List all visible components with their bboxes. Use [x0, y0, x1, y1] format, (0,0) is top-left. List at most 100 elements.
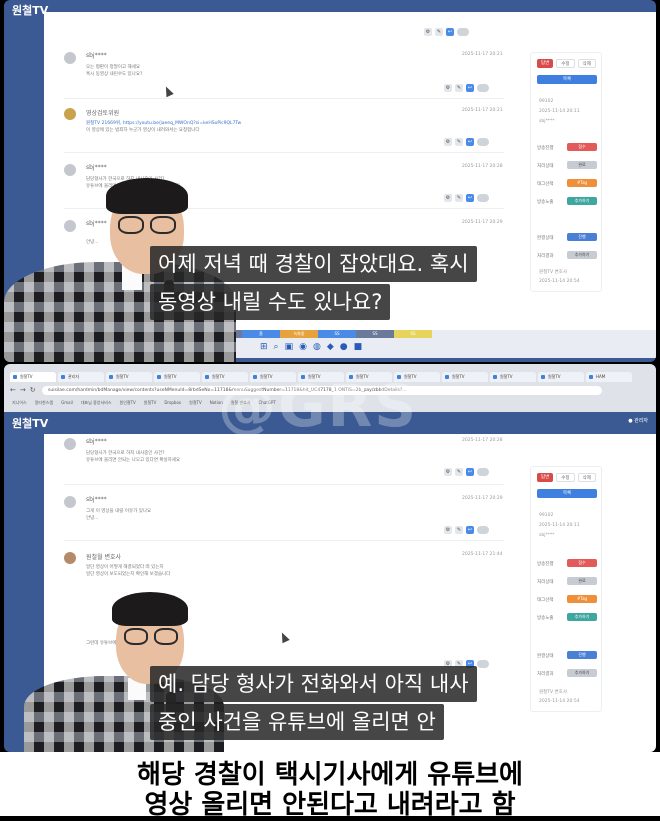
toggle[interactable]	[477, 194, 489, 202]
add-button[interactable]: 추가하기	[567, 669, 597, 677]
mouse-cursor-icon	[278, 630, 290, 644]
status-label: 방송노출	[537, 200, 554, 205]
reply-icon[interactable]: ↩	[466, 84, 474, 92]
folder-icon[interactable]: ▣	[285, 342, 294, 352]
status-select[interactable]: 접수	[567, 143, 597, 151]
taskbar-tab[interactable]: 녹화중	[280, 330, 318, 338]
add-button[interactable]: 추가하기	[567, 251, 597, 259]
forward-icon[interactable]: →	[20, 386, 26, 394]
reply-icon[interactable]: ↩	[466, 194, 474, 202]
taskbar-tab[interactable]: SS	[394, 330, 432, 338]
edit-button[interactable]: 수정	[556, 59, 575, 68]
toggle[interactable]	[477, 526, 489, 534]
gear-icon[interactable]: ⚙	[444, 526, 452, 534]
status-select[interactable]: 진행	[567, 651, 597, 659]
status-label: 완결상태	[537, 654, 554, 659]
bookmark[interactable]: 원철TV	[144, 400, 157, 406]
delete-button[interactable]: 삭제	[577, 59, 596, 68]
pin-icon[interactable]: ✎	[455, 526, 463, 534]
app-icon[interactable]: ◆	[327, 342, 334, 352]
avatar	[64, 552, 76, 564]
bookmark[interactable]: Dropbox	[164, 400, 181, 406]
reply-icon[interactable]: ↩	[446, 28, 454, 36]
watermark: @GRS	[218, 372, 419, 440]
status-label: 방송노출	[537, 616, 554, 621]
gear-icon[interactable]: ⚙	[444, 84, 452, 92]
toggle[interactable]	[457, 28, 469, 36]
toggle[interactable]	[477, 468, 489, 476]
toggle[interactable]	[477, 660, 489, 668]
reply-icon[interactable]: ↩	[466, 526, 474, 534]
add-button[interactable]: 추가하기	[567, 197, 597, 205]
browser-tab[interactable]: 원철TV	[538, 372, 584, 382]
pin-icon[interactable]: ✎	[435, 28, 443, 36]
tag-select[interactable]: #Tag	[567, 179, 597, 187]
chrome-icon[interactable]: ◍	[313, 342, 321, 352]
status-label: 처리결과	[537, 672, 554, 677]
back-icon[interactable]: ←	[10, 386, 16, 394]
reload-icon[interactable]: ↻	[30, 386, 36, 394]
detail-sidebar: 답변 수정 삭제 목록 99102 2025-11-14 20:11 sbj**…	[530, 466, 602, 712]
pin-icon[interactable]: ✎	[455, 194, 463, 202]
bookmark[interactable]: Gmail	[61, 400, 73, 406]
nav-buttons: ← → ↻	[10, 386, 36, 394]
status-label: 태그선택	[537, 598, 554, 603]
subtitle-line-1: 어제 저녁 때 경찰이 잡았대요. 혹시	[150, 246, 477, 282]
chat-icon[interactable]: ●	[340, 342, 348, 352]
edit-button[interactable]: 수정	[556, 473, 575, 482]
browser-tab[interactable]: 원철TV	[154, 372, 200, 382]
reply-icon[interactable]: ↩	[466, 468, 474, 476]
divider	[64, 98, 504, 99]
pin-icon[interactable]: ✎	[455, 138, 463, 146]
browser-tab[interactable]: 원철TV	[106, 372, 152, 382]
browser-tab[interactable]: HAM	[586, 372, 632, 382]
app-icon[interactable]: ■	[354, 342, 363, 352]
status-select[interactable]: 진행	[567, 233, 597, 241]
toggle[interactable]	[477, 138, 489, 146]
status-select[interactable]: 접수	[567, 559, 597, 567]
browser-tab[interactable]: 관리자	[58, 372, 104, 382]
os-taskbar: 방송 홈 녹화중 SS SS SS ⊞ ⌕ ▣ ◉ ◍ ◆ ● ■	[204, 330, 656, 358]
taskbar-tab[interactable]: SS	[356, 330, 394, 338]
bookmark[interactable]: 지니어스	[12, 400, 27, 406]
status-select[interactable]: 완료	[567, 161, 597, 169]
tag-select[interactable]: #Tag	[567, 595, 597, 603]
bookmark[interactable]: 원인철TV	[120, 400, 136, 406]
comment-actions: ⚙ ✎ ↩	[444, 526, 489, 534]
search-icon[interactable]: ⌕	[274, 342, 279, 352]
comment-text: 담당형사가 한국으로 하지 내사중인 사건?	[86, 451, 165, 456]
bookmark[interactable]: 원철TV	[189, 400, 202, 406]
detail-sidebar: 답변 수정 삭제 목록 99102 2025-11-14 20:11 sbj**…	[530, 52, 602, 292]
pin-icon[interactable]: ✎	[455, 84, 463, 92]
comment-date: 2025-11-17 20:21	[462, 108, 503, 113]
browser-tab[interactable]: 원철TV	[10, 372, 56, 382]
status-select[interactable]: 완료	[567, 577, 597, 585]
delete-button[interactable]: 삭제	[577, 473, 596, 482]
answer-button[interactable]: 답변	[537, 473, 554, 482]
footer-author: 원철TV 변호사	[539, 690, 567, 695]
status-label: 처리결과	[537, 254, 554, 259]
browser-tab[interactable]: 원철TV	[490, 372, 536, 382]
list-button[interactable]: 목록	[537, 75, 597, 84]
list-button[interactable]: 목록	[537, 489, 597, 498]
gear-icon[interactable]: ⚙	[444, 468, 452, 476]
gear-icon[interactable]: ⚙	[444, 138, 452, 146]
comment-text: 오는 평판이 정말이고 해세요	[86, 65, 140, 70]
gear-icon[interactable]: ⚙	[444, 194, 452, 202]
comment-text: 혹시 동영상 내린수도 있나요?	[86, 72, 143, 77]
reply-icon[interactable]: ↩	[466, 138, 474, 146]
brand-logo[interactable]: 원철TV	[12, 415, 48, 431]
taskbar-tab[interactable]: SS	[318, 330, 356, 338]
browser-icon[interactable]: ◉	[299, 342, 307, 352]
bookmark[interactable]: 대표님 중앙서비스	[81, 400, 112, 406]
answer-button[interactable]: 답변	[537, 59, 554, 68]
gear-icon[interactable]: ⚙	[424, 28, 432, 36]
comment-text: 일단 영상이 보도되었는지 확인해 보겠습니다	[86, 572, 171, 577]
bookmark[interactable]: 알티한스랩	[35, 400, 53, 406]
user-menu[interactable]: ● 관리자	[628, 417, 648, 424]
add-button[interactable]: 추가하기	[567, 613, 597, 621]
toggle[interactable]	[477, 84, 489, 92]
comment-link[interactable]: 원철TV 21669위, https://youtu.be/jaeeq_MWOn…	[86, 120, 241, 126]
browser-tab[interactable]: 원철TV	[442, 372, 488, 382]
pin-icon[interactable]: ✎	[455, 468, 463, 476]
